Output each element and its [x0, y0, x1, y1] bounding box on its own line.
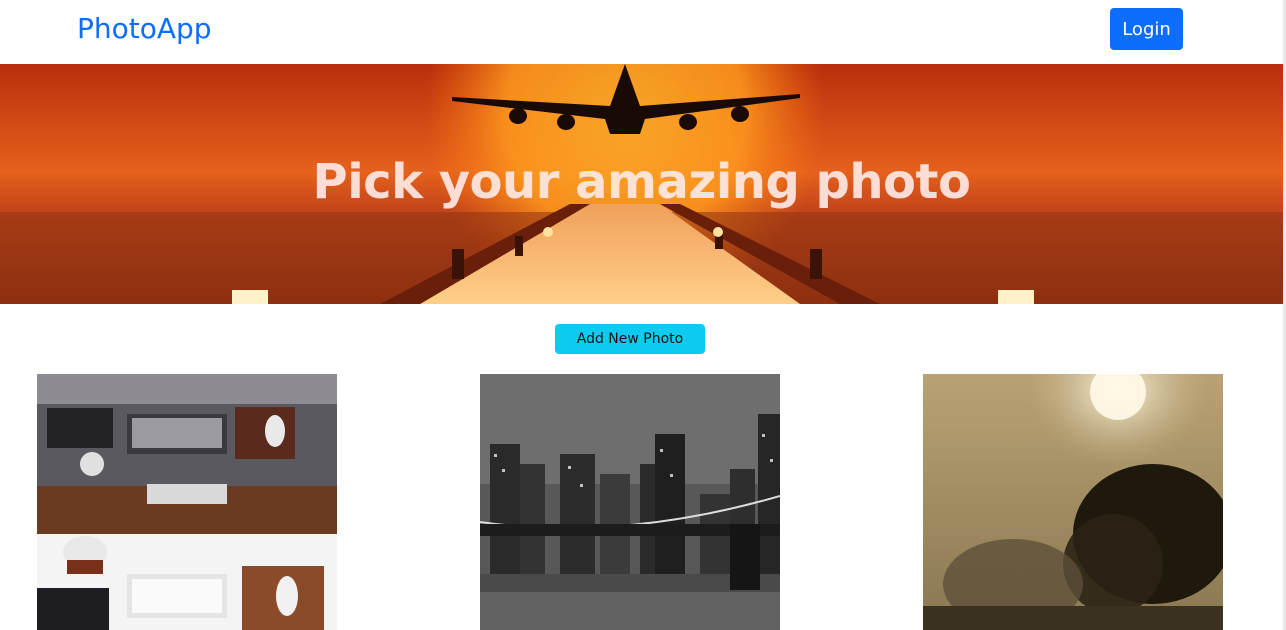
brand-link[interactable]: PhotoApp — [77, 12, 212, 45]
photo-fog-image — [923, 374, 1223, 630]
photo-desk-image — [37, 374, 337, 630]
add-new-photo-button[interactable]: Add New Photo — [555, 324, 705, 354]
login-button[interactable]: Login — [1110, 8, 1183, 50]
photo-city-image — [480, 374, 780, 630]
photo-card-fog[interactable] — [923, 374, 1223, 630]
hero-title: Pick your amazing photo — [312, 154, 971, 210]
navbar: PhotoApp Login — [0, 0, 1283, 64]
hero-banner: Pick your amazing photo — [0, 64, 1283, 304]
photo-card-desk[interactable] — [37, 374, 337, 630]
photo-card-city[interactable] — [480, 374, 780, 630]
